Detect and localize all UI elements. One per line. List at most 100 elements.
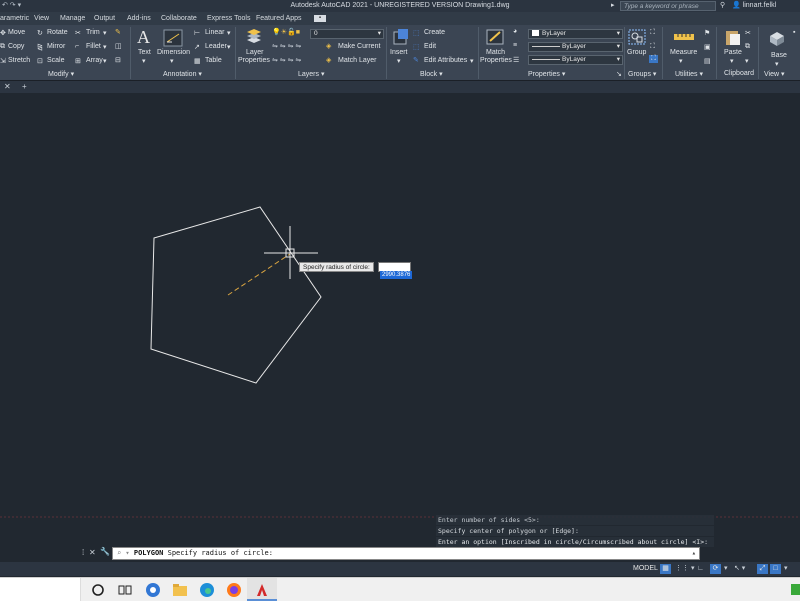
offset-icon[interactable]: ⊟ — [115, 56, 121, 64]
cortana-icon[interactable] — [90, 582, 106, 598]
linetype-icon[interactable]: ☰ — [513, 56, 519, 64]
lineweight-dropdown[interactable]: ByLayer ▾ — [528, 42, 623, 52]
layer-on-icon[interactable]: 💡☀🔓■ — [272, 28, 300, 36]
ortho-icon[interactable]: ∟ — [697, 562, 704, 576]
lineweight-icon[interactable]: ≡ — [513, 42, 517, 49]
paste-button[interactable]: Paste — [724, 49, 742, 56]
view-tools-icon[interactable]: ▪ — [793, 29, 795, 36]
properties-group-title[interactable]: Properties ▾ — [528, 70, 565, 78]
tab-collaborate[interactable]: Collaborate — [161, 12, 197, 25]
table-button[interactable]: Table — [205, 57, 222, 64]
file-explorer-icon[interactable] — [172, 582, 188, 598]
model-space-button[interactable]: MODEL — [633, 562, 658, 576]
edge-icon[interactable] — [199, 582, 215, 598]
scale-button[interactable]: Scale — [47, 57, 65, 64]
dimension-dropdown-icon[interactable]: ▾ — [170, 57, 174, 65]
clipboard-group-title[interactable]: Clipboard — [724, 70, 754, 77]
linetype-dropdown[interactable]: ByLayer ▾ — [528, 55, 623, 65]
tab-featured-apps[interactable]: Featured Apps — [256, 12, 302, 25]
layer-dropdown[interactable]: 0 ▾ — [310, 29, 384, 39]
text-dropdown-icon[interactable]: ▾ — [142, 57, 146, 65]
command-input[interactable]: ⌕ ▾ POLYGON Specify radius of circle: ▴ — [112, 547, 700, 560]
pentagon-shape[interactable] — [150, 206, 322, 384]
close-tab-icon[interactable]: ✕ — [4, 81, 11, 93]
tab-manage[interactable]: Manage — [60, 12, 85, 25]
task-view-icon[interactable] — [117, 582, 133, 598]
block-group-title[interactable]: Block ▾ — [420, 70, 443, 78]
leader-dropdown-icon[interactable]: ▾ — [227, 43, 231, 51]
taskbar-search-box[interactable] — [0, 578, 81, 601]
color-dropdown[interactable]: ByLayer ▾ — [528, 29, 623, 39]
stretch-button[interactable]: Stretch — [8, 57, 30, 64]
match-label-1[interactable]: Match — [486, 49, 505, 56]
tab-express-tools[interactable]: Express Tools — [207, 12, 250, 25]
tab-parametric[interactable]: arametric — [0, 12, 29, 25]
copy-dropdown-icon[interactable]: ▾ — [745, 57, 749, 65]
layer-properties-label-1[interactable]: Layer — [246, 49, 264, 56]
layer-tools-icon[interactable]: ⇋ ⇋ ⇋ ⇋ — [272, 42, 301, 50]
layer-properties-button[interactable]: Properties — [238, 57, 270, 64]
quick-select-icon[interactable]: ⚑ — [704, 29, 710, 37]
polar-dropdown-icon[interactable]: ▾ — [724, 562, 728, 576]
edit-button[interactable]: Edit — [424, 43, 436, 50]
select-all-icon[interactable]: ▣ — [704, 43, 711, 51]
base-dropdown-icon[interactable]: ▾ — [775, 60, 779, 68]
edit-attributes-button[interactable]: Edit Attributes — [424, 57, 467, 64]
view-group-title[interactable]: View ▾ — [764, 70, 785, 78]
modify-group-title[interactable]: Modify ▾ — [48, 70, 74, 78]
firefox-icon[interactable] — [226, 582, 242, 598]
base-button[interactable]: Base — [771, 52, 787, 59]
isodraft-icon[interactable]: ↖ ▾ — [734, 562, 745, 576]
command-history-dropdown-icon[interactable]: ▴ — [692, 548, 696, 559]
ribbon-minimize-icon[interactable]: ▪ — [314, 15, 326, 22]
make-current-button[interactable]: Make Current — [338, 43, 380, 50]
utilities-group-title[interactable]: Utilities ▾ — [675, 70, 703, 78]
layers-group-title[interactable]: Layers ▾ — [298, 70, 324, 78]
measure-button[interactable]: Measure — [670, 49, 697, 56]
group-button[interactable]: Group — [627, 49, 646, 56]
color-wheel-icon[interactable]: ◕ — [513, 28, 517, 35]
match-properties-button[interactable]: Properties — [480, 57, 512, 64]
dimension-button[interactable]: Dimension — [157, 49, 190, 56]
autocad-taskbar-button[interactable] — [247, 578, 277, 601]
match-layer-button[interactable]: Match Layer — [338, 57, 377, 64]
grip-icon[interactable]: ⁞ — [82, 548, 84, 557]
browser-icon[interactable] — [145, 582, 161, 598]
insert-dropdown-icon[interactable]: ▾ — [397, 57, 401, 65]
grid-icon[interactable]: ▦ — [660, 564, 671, 574]
trim-dropdown-icon[interactable]: ▾ — [103, 29, 107, 37]
search-icon[interactable]: ⚲ — [720, 0, 725, 12]
annotation-group-title[interactable]: Annotation ▾ — [163, 70, 202, 78]
tab-output[interactable]: Output — [94, 12, 115, 25]
copy-clip-icon[interactable]: ⧉ — [745, 43, 750, 51]
trim-button[interactable]: Trim — [86, 29, 100, 36]
create-button[interactable]: Create — [424, 29, 445, 36]
notification-badge-icon[interactable] — [791, 584, 800, 595]
mirror-button[interactable]: Mirror — [47, 43, 65, 50]
snap-icon[interactable]: ⋮⋮ ▾ — [675, 562, 694, 576]
user-account[interactable]: 👤 linnart.felkl — [732, 0, 776, 12]
linear-button[interactable]: Linear — [205, 29, 224, 36]
fillet-button[interactable]: Fillet — [86, 43, 101, 50]
paste-dropdown-icon[interactable]: ▾ — [730, 57, 734, 65]
rotate-button[interactable]: Rotate — [47, 29, 68, 36]
edit-attributes-dropdown-icon[interactable]: ▾ — [470, 57, 474, 65]
dynamic-input-field[interactable]: 2990.3876 — [378, 262, 413, 279]
tab-view[interactable]: View — [34, 12, 49, 25]
object-snap-tracking-icon[interactable]: ⤢ — [757, 564, 768, 574]
measure-dropdown-icon[interactable]: ▾ — [679, 57, 683, 65]
wrench-icon[interactable]: 🔧 — [100, 547, 110, 556]
layer-tools-icon-2[interactable]: ⇋ ⇋ ⇋ ⇋ — [272, 56, 301, 64]
group-edit-icon[interactable]: ⛶ — [650, 43, 655, 51]
groups-group-title[interactable]: Groups ▾ — [628, 70, 656, 78]
copy-button[interactable]: Copy — [8, 43, 24, 50]
search-arrow-icon[interactable]: ▸ — [611, 0, 615, 12]
calculator-icon[interactable]: ▤ — [704, 57, 711, 65]
tab-addins[interactable]: Add-ins — [127, 12, 151, 25]
fillet-dropdown-icon[interactable]: ▾ — [103, 43, 107, 51]
insert-button[interactable]: Insert — [390, 49, 408, 56]
text-button[interactable]: Text — [138, 49, 151, 56]
array-button[interactable]: Array — [86, 57, 103, 64]
leader-button[interactable]: Leader — [205, 43, 227, 50]
move-button[interactable]: Move — [8, 29, 25, 36]
